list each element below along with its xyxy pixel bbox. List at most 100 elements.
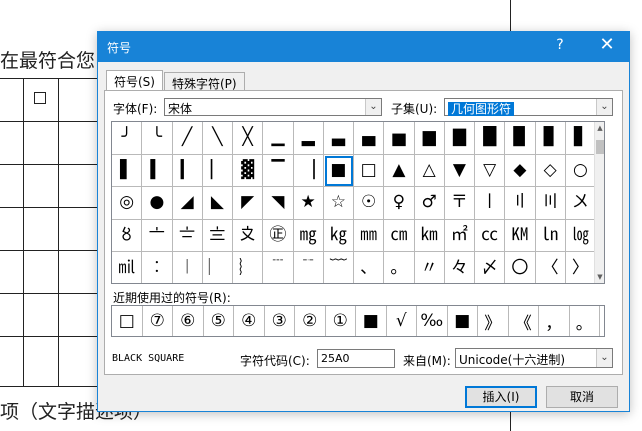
symbol-cell[interactable]: ▲ (384, 154, 415, 188)
symbol-cell[interactable]: 〩 (233, 219, 264, 253)
symbol-cell[interactable]: ▁ (263, 122, 294, 155)
symbol-cell[interactable]: ╱ (172, 122, 203, 155)
symbol-cell[interactable]: ◥ (263, 187, 294, 220)
symbol-cell[interactable]: ▍ (142, 154, 173, 188)
symbol-cell[interactable]: 。 (384, 252, 415, 283)
symbol-cell[interactable]: ﹉ (263, 252, 294, 283)
symbol-cell[interactable]: ◣ (202, 187, 233, 220)
symbol-cell[interactable]: ♂ (414, 187, 445, 220)
symbol-cell[interactable]: ㊣ (263, 219, 294, 253)
symbol-cell[interactable]: ▋ (565, 122, 596, 155)
symbol-cell[interactable]: □ (354, 154, 385, 188)
recent-symbol-cell[interactable]: 》 (478, 306, 509, 336)
symbol-cell[interactable]: ☉ (354, 187, 385, 220)
symbol-grid[interactable]: ╯ ╰ ╱ ╲ ╳ ▁ ▂ ▃ ▄ ▅ ▆ ▇ █ ▉ ▊ ▋ ▌ ▍ ▎ ▏ ▓ ▔ ▕ ■ □ ▲ △ ▼ ▽ ◆ ◇ ○ ◎ ● ◢ ◣ ◤ ◥ ★ ☆… (111, 121, 605, 284)
symbol-cell[interactable]: 〣 (535, 187, 566, 220)
recent-symbol-cell[interactable]: 《 (509, 306, 539, 336)
symbol-cell[interactable]: ▌ (112, 154, 143, 188)
symbol-cell[interactable]: ▊ (535, 122, 566, 155)
symbol-cell[interactable]: ◢ (172, 187, 203, 220)
symbol-cell[interactable]: 〉 (566, 252, 596, 283)
symbol-cell[interactable]: ︴ (233, 252, 264, 283)
subset-select[interactable]: 几何图形符 ⌄ (444, 98, 613, 116)
cancel-button[interactable]: 取消 (546, 386, 618, 408)
symbol-cell[interactable]: ● (142, 187, 173, 220)
chevron-down-icon[interactable]: ⌄ (596, 349, 612, 367)
symbol-cell[interactable]: ﹋ (324, 252, 354, 283)
recent-symbol-cell[interactable]: ④ (234, 306, 265, 336)
symbol-grid-scrollbar[interactable]: ▲ ▼ (594, 122, 604, 283)
symbol-cell[interactable]: ▎ (172, 154, 203, 188)
symbol-cell[interactable]: 〨 (202, 219, 233, 253)
symbol-cell[interactable]: ▄ (354, 122, 385, 155)
symbol-cell[interactable]: ▕ (293, 154, 324, 188)
symbol-cell[interactable]: ㏄ (475, 219, 506, 253)
recent-symbol-cell[interactable]: ⑤ (204, 306, 234, 336)
scroll-thumb[interactable] (596, 140, 604, 154)
recent-symbols-list[interactable]: □ ⑦ ⑥ ⑤ ④ ③ ② ① ■ √ ‰ ■ 》《，。 (111, 305, 605, 337)
symbol-cell[interactable]: ㏎ (505, 219, 536, 253)
dialog-titlebar[interactable]: 符号 ? ✕ (98, 32, 629, 62)
symbol-cell[interactable]: 〥 (112, 219, 143, 253)
symbol-cell[interactable]: ▏ (202, 154, 233, 188)
recent-symbol-cell[interactable]: ③ (265, 306, 295, 336)
symbol-cell[interactable]: ╳ (233, 122, 264, 155)
symbol-cell[interactable]: 〦 (142, 219, 173, 253)
symbol-cell[interactable]: 〇 (505, 252, 536, 283)
chevron-down-icon[interactable]: ⌄ (365, 99, 381, 115)
recent-symbol-cell[interactable]: ⑦ (143, 306, 173, 336)
symbol-cell[interactable]: ︳ (203, 252, 233, 283)
symbol-cell[interactable]: ▅ (384, 122, 415, 155)
symbol-cell[interactable]: ㎝ (384, 219, 415, 253)
symbol-cell[interactable]: ㎎ (293, 219, 324, 253)
symbol-cell[interactable]: ▽ (475, 154, 506, 188)
symbol-cell[interactable]: ○ (565, 154, 596, 188)
scroll-up-icon[interactable]: ▲ (595, 122, 604, 134)
char-code-input[interactable]: 25A0 (317, 349, 395, 368)
tab-symbols[interactable]: 符号(S) (106, 70, 163, 92)
symbol-cell[interactable]: ㎏ (323, 219, 354, 253)
symbol-cell[interactable]: ╲ (202, 122, 233, 155)
symbol-cell[interactable]: ▇ (444, 122, 475, 155)
symbol-cell[interactable]: ◤ (233, 187, 264, 220)
symbol-cell[interactable]: ◇ (535, 154, 566, 188)
symbol-cell[interactable]: ︱ (173, 252, 203, 283)
recent-symbol-cell[interactable]: ■ (356, 306, 387, 336)
insert-button[interactable]: 插入(I) (465, 386, 537, 408)
symbol-cell[interactable]: █ (475, 122, 506, 155)
font-select[interactable]: 宋体 ⌄ (164, 98, 382, 116)
symbol-cell[interactable]: 〧 (172, 219, 203, 253)
symbol-cell[interactable]: ▆ (414, 122, 445, 155)
symbol-cell[interactable]: △ (414, 154, 445, 188)
symbol-cell[interactable]: ▃ (323, 122, 354, 155)
recent-symbol-cell[interactable]: ② (295, 306, 326, 336)
symbol-cell[interactable]: ☆ (323, 187, 354, 220)
recent-symbol-cell[interactable]: ‰ (417, 306, 448, 336)
tab-special-characters[interactable]: 特殊字符(P) (164, 72, 245, 92)
symbol-cell[interactable]: ╯ (112, 122, 143, 155)
symbol-cell[interactable]: ㏑ (535, 219, 566, 253)
from-select[interactable]: Unicode(十六进制) ⌄ (455, 348, 613, 368)
recent-symbol-cell[interactable]: √ (387, 306, 417, 336)
symbol-cell[interactable]: ㎞ (414, 219, 445, 253)
recent-symbol-cell[interactable]: ■ (448, 306, 478, 336)
chevron-down-icon[interactable]: ⌄ (596, 99, 612, 115)
symbol-cell[interactable]: ㏒ (565, 219, 596, 253)
help-button[interactable]: ? (550, 37, 570, 53)
symbol-cell[interactable]: 〒 (444, 187, 475, 220)
symbol-cell[interactable]: ▔ (263, 154, 294, 188)
symbol-cell[interactable]: ♀ (384, 187, 415, 220)
symbol-cell[interactable]: ︰ (142, 252, 173, 283)
recent-symbol-cell[interactable]: ① (326, 306, 356, 336)
symbol-cell[interactable]: ㏕ (112, 252, 143, 283)
scroll-down-icon[interactable]: ▼ (595, 271, 604, 283)
symbol-cell[interactable]: ㎡ (444, 219, 475, 253)
symbol-cell[interactable]: 〡 (475, 187, 506, 220)
symbol-cell[interactable]: 〆 (475, 252, 506, 283)
symbol-cell[interactable]: ★ (293, 187, 324, 220)
symbol-cell[interactable]: ◎ (112, 187, 143, 220)
symbol-cell[interactable]: ◆ (505, 154, 536, 188)
symbol-cell[interactable]: 々 (445, 252, 475, 283)
doc-checkbox[interactable] (34, 92, 46, 104)
symbol-cell[interactable]: 、 (354, 252, 385, 283)
